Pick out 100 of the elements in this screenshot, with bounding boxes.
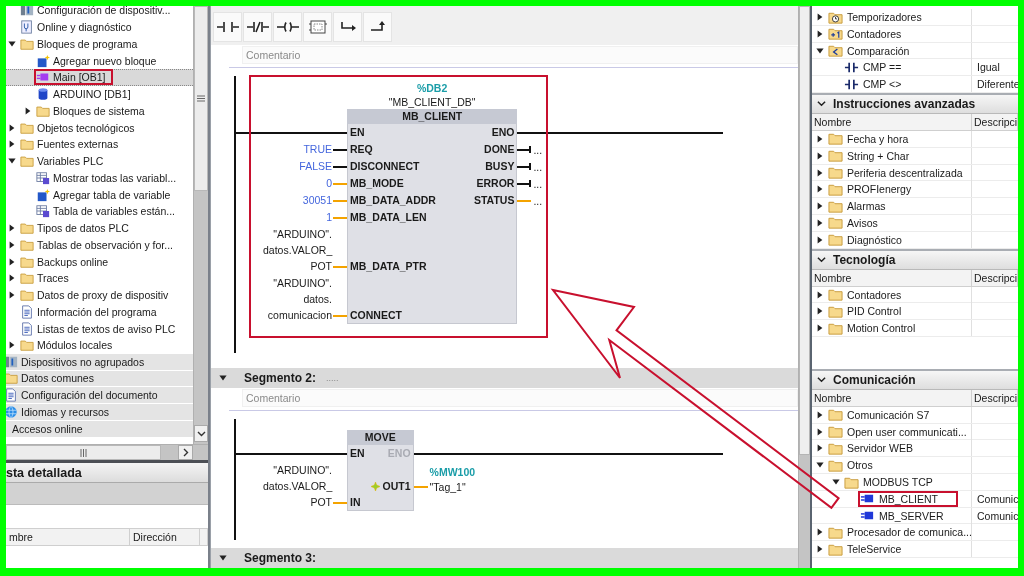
instruction-item[interactable]: MODBUS TCP [812,474,972,490]
instruction-item[interactable]: Periferia descentralizada [812,164,972,181]
instruction-item[interactable]: Avisos [812,214,972,231]
tree-item[interactable]: Tablas de observación y for... [6,236,193,254]
expander-icon[interactable] [816,29,824,38]
tree-item[interactable]: Bloques de sistema [6,102,193,120]
expander-icon[interactable] [8,291,16,300]
expander-icon[interactable] [816,202,824,211]
expander-icon[interactable] [816,135,824,143]
instruction-item[interactable]: Otros [812,457,972,474]
expander-icon[interactable] [219,554,227,562]
scroll-down-button[interactable] [194,425,208,442]
tree-item[interactable]: Mostrar todas las variabl... [6,169,193,187]
column-header[interactable]: mbre [6,528,130,546]
scroll-thumb[interactable] [194,6,208,191]
instruction-item[interactable]: Open user communicati... [812,423,972,440]
tree-item[interactable]: Objetos tecnológicos [6,119,193,136]
instruction-item[interactable]: MB_SERVER [812,507,972,524]
expander-icon[interactable] [816,46,824,55]
tree-item[interactable]: Main [OB1] [6,69,193,86]
expander-icon[interactable] [816,168,824,177]
expander-icon[interactable] [816,528,824,537]
section-header[interactable]: Tecnología [812,248,1018,270]
instruction-item[interactable]: Fecha y hora [812,131,972,147]
expander-icon[interactable] [8,140,16,149]
tree-item[interactable]: Online y diagnóstico [6,18,193,36]
expander-icon[interactable] [8,157,16,166]
expander-icon[interactable] [816,444,824,453]
expander-icon[interactable] [832,478,840,486]
expander-icon[interactable] [816,218,824,227]
instruction-item[interactable]: Comparación [812,42,972,59]
comment-field[interactable]: Comentario [242,46,798,64]
star-icon[interactable] [370,482,380,491]
expander-icon[interactable] [24,106,32,115]
instruction-item[interactable]: Diagnóstico [812,231,972,248]
expander-icon[interactable] [816,151,824,160]
instruction-item[interactable]: Motion Control [812,320,972,337]
tree-item[interactable]: Información del programa [6,303,193,321]
instruction-item[interactable]: CMP == [812,59,972,76]
segment-header[interactable]: Segmento 2: ..... [211,368,798,388]
expander-icon[interactable] [8,274,16,283]
tree-item[interactable]: Idiomas y recursos [6,404,193,421]
tree-item[interactable]: Variables PLC [6,152,193,170]
expander-icon[interactable] [8,123,16,132]
chevron-icon[interactable] [817,99,826,109]
expander-icon[interactable] [8,39,16,48]
tree-item[interactable]: Agregar tabla de variable [6,186,193,203]
scroll-thumb[interactable] [6,445,161,460]
instruction-item[interactable]: String + Char [812,147,972,164]
vertical-scrollbar[interactable] [193,6,208,444]
tree-item[interactable]: Datos de proxy de dispositiv [6,286,193,304]
instruction-item[interactable]: Procesador de comunica... [812,524,972,541]
scroll-right-button[interactable] [178,445,193,460]
expander-icon[interactable] [8,240,16,249]
tree-item[interactable]: Listas de textos de aviso PLC [6,320,193,337]
tree-item[interactable]: Configuración del documento [6,387,193,404]
expander-icon[interactable] [816,290,824,299]
chevron-icon[interactable] [817,255,826,265]
section-header[interactable]: Instrucciones avanzadas [812,93,1018,114]
expander-icon[interactable] [8,224,16,233]
expander-icon[interactable] [8,257,16,266]
instruction-item[interactable]: PID Control [812,303,972,320]
segment-header[interactable]: Segmento 3: [211,548,798,568]
vertical-scrollbar[interactable] [798,6,810,568]
scroll-thumb[interactable] [799,6,810,455]
toolbar-button[interactable] [213,12,242,42]
column-header[interactable]: Dirección [130,528,200,546]
tree-item[interactable]: Dispositivos no agrupados [6,353,193,371]
instruction-item[interactable]: CMP <> [812,76,972,93]
expander-icon[interactable] [816,185,824,194]
tree-item[interactable]: Agregar nuevo bloque [6,52,193,69]
tree-item[interactable]: Tabla de variables están... [6,203,193,220]
toolbar-button[interactable] [333,12,362,42]
horizontal-scrollbar[interactable] [6,444,208,460]
toolbar-button[interactable] [273,12,302,42]
expander-icon[interactable] [219,374,227,382]
expander-icon[interactable] [8,341,16,350]
toolbar-button[interactable] [363,12,392,42]
tree-item[interactable]: Fuentes externas [6,136,193,153]
expander-icon[interactable] [816,410,824,419]
expander-icon[interactable] [816,235,824,244]
expander-icon[interactable] [816,307,824,316]
tree-item[interactable]: Módulos locales [6,337,193,354]
tree-item[interactable]: Configuración de dispositiv... [6,6,193,19]
tree-item[interactable]: Tipos de datos PLC [6,219,193,237]
expander-icon[interactable] [816,13,824,21]
section-header[interactable]: Comunicación [812,368,1018,390]
instruction-item[interactable]: Temporizadores [812,9,972,25]
expander-icon[interactable] [816,427,824,436]
instruction-item[interactable]: Alarmas [812,198,972,215]
instruction-item[interactable]: TeleService [812,541,972,558]
comment-field[interactable]: Comentario [242,389,798,407]
instruction-item[interactable]: Servidor WEB [812,440,972,457]
chevron-icon[interactable] [817,375,826,385]
instruction-item[interactable]: PROFIenergy [812,181,972,198]
tree-item[interactable]: Bloques de programa [6,35,193,53]
tree-item[interactable]: ARDUINO [DB1] [6,85,193,103]
expander-icon[interactable] [816,461,824,470]
tree-item[interactable]: Traces [6,270,193,287]
instruction-item[interactable]: Contadores [812,25,972,42]
